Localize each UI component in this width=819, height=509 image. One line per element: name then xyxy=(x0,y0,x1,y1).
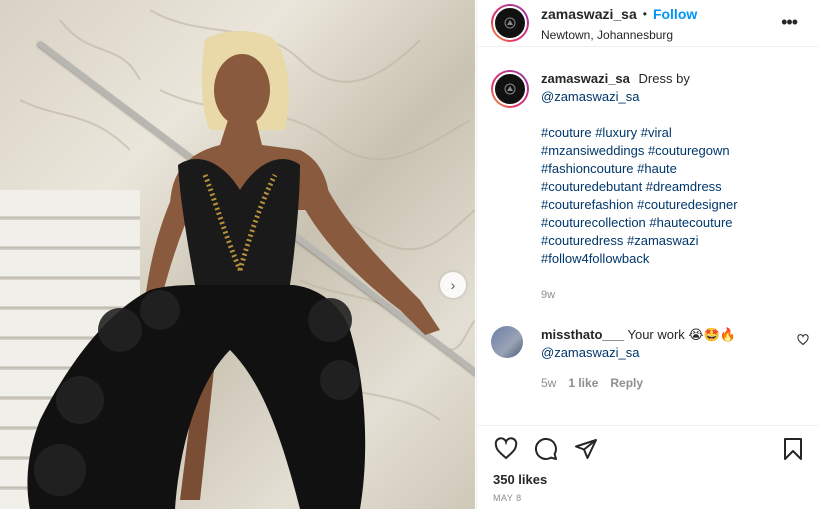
post-date[interactable]: MAY 8 xyxy=(477,487,819,503)
comment-item: missthato___ Your work 😭🤩🔥 @zamaswazi_sa… xyxy=(491,326,809,392)
post-caption: zamaswazi_sa Dress by @zamaswazi_sa #cou… xyxy=(491,70,801,304)
avatar-image xyxy=(493,72,527,106)
share-icon[interactable] xyxy=(573,436,599,462)
reply-button[interactable]: Reply xyxy=(610,374,643,392)
hashtag-line[interactable]: #follow4followback xyxy=(541,250,796,268)
hashtag-line[interactable]: #couturedebutant #dreamdress xyxy=(541,178,796,196)
like-count[interactable]: 350 likes xyxy=(477,462,819,487)
comment-heart-icon[interactable] xyxy=(797,334,809,349)
next-photo-button[interactable]: › xyxy=(440,272,466,298)
crest-icon xyxy=(504,83,516,95)
hashtag-line[interactable]: #fashioncouture #haute xyxy=(541,160,796,178)
post-photo[interactable]: › xyxy=(0,0,475,509)
woman-in-gown xyxy=(27,31,440,509)
caption-mention[interactable]: @zamaswazi_sa xyxy=(541,88,796,106)
profile-avatar[interactable] xyxy=(491,4,529,42)
comment-mention[interactable]: @zamaswazi_sa xyxy=(541,344,781,362)
caption-age[interactable]: 9w xyxy=(541,286,796,304)
hashtag-list: #couture #luxury #viral #mzansiweddings … xyxy=(541,124,796,268)
bookmark-icon[interactable] xyxy=(780,436,806,462)
action-bar: 350 likes MAY 8 xyxy=(477,425,819,509)
comment-icon[interactable] xyxy=(533,436,559,462)
more-options-icon[interactable]: ••• xyxy=(781,12,798,33)
caption-username[interactable]: zamaswazi_sa xyxy=(541,71,630,86)
comment-text: Your work 😭🤩🔥 xyxy=(627,327,736,342)
hashtag-line[interactable]: #mzansiweddings #couturegown xyxy=(541,142,796,160)
commenter-username[interactable]: missthato___ xyxy=(541,327,624,342)
commenter-avatar[interactable] xyxy=(491,326,523,358)
hashtag-line[interactable]: #couture #luxury #viral xyxy=(541,124,796,142)
post-header: zamaswazi_sa • Follow Newtown, Johannesb… xyxy=(477,0,819,47)
chevron-right-icon: › xyxy=(450,277,456,293)
caption-avatar[interactable] xyxy=(491,70,529,108)
follow-button[interactable]: Follow xyxy=(653,6,697,22)
post-sidebar: zamaswazi_sa • Follow Newtown, Johannesb… xyxy=(476,0,819,509)
separator-dot: • xyxy=(642,7,647,21)
comment-likes[interactable]: 1 like xyxy=(568,374,598,392)
crest-icon xyxy=(504,17,516,29)
heart-icon[interactable] xyxy=(493,436,519,462)
hashtag-line[interactable]: #couturecollection #hautecouture xyxy=(541,214,796,232)
post-location[interactable]: Newtown, Johannesburg xyxy=(541,28,697,42)
avatar-image xyxy=(493,6,527,40)
author-username[interactable]: zamaswazi_sa xyxy=(541,6,637,22)
hashtag-line[interactable]: #couturefashion #couturedesigner xyxy=(541,196,796,214)
hashtag-line[interactable]: #couturedress #zamaswazi xyxy=(541,232,796,250)
comment-age[interactable]: 5w xyxy=(541,374,556,392)
caption-text: Dress by xyxy=(638,71,690,86)
